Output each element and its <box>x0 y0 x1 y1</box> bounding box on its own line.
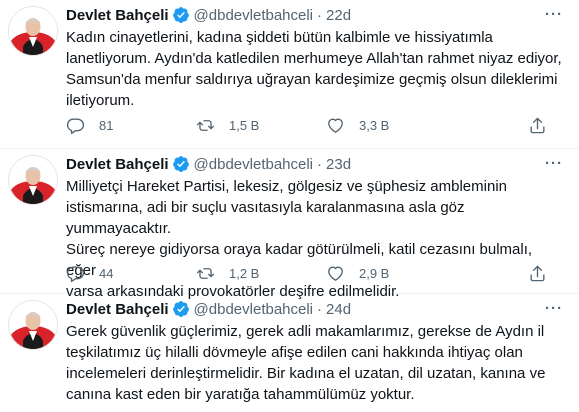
heart-icon <box>326 264 345 283</box>
author-handle[interactable]: @dbdevletbahceli <box>194 301 313 318</box>
tweet-actions: 44 1,2 B 2,9 B <box>66 264 565 283</box>
share-icon <box>528 264 547 283</box>
verified-badge-icon <box>172 6 190 24</box>
tweet-text: Gerek güvenlik güçlerimiz, gerek adli ma… <box>66 323 546 403</box>
avatar[interactable] <box>8 155 58 205</box>
tweet-time[interactable]: 22d <box>326 7 351 24</box>
tweet-text: Milliyetçi Hareket Partisi, lekesiz, göl… <box>66 178 533 300</box>
author-name[interactable]: Devlet Bahçeli <box>66 7 169 24</box>
more-options-icon[interactable]: ··· <box>545 300 563 317</box>
retweet-button[interactable]: 1,5 B <box>196 116 326 135</box>
author-handle[interactable]: @dbdevletbahceli <box>194 7 313 24</box>
verified-badge-icon <box>172 300 190 318</box>
reply-count: 81 <box>99 118 114 133</box>
tweet[interactable]: Devlet Bahçeli @dbdevletbahceli · 22d ··… <box>0 0 579 149</box>
share-icon <box>528 116 547 135</box>
share-button[interactable] <box>528 116 561 135</box>
author-handle[interactable]: @dbdevletbahceli <box>194 156 313 173</box>
author-name[interactable]: Devlet Bahçeli <box>66 301 169 318</box>
like-button[interactable]: 3,3 B <box>326 116 456 135</box>
separator-dot: · <box>317 155 323 173</box>
profile-photo-icon <box>9 7 57 55</box>
tweet-time[interactable]: 23d <box>326 156 351 173</box>
separator-dot: · <box>317 6 323 24</box>
reply-icon <box>66 264 85 283</box>
tweet[interactable]: Devlet Bahçeli @dbdevletbahceli · 24d ··… <box>0 294 579 412</box>
tweet-text: Kadın cinayetlerini, kadına şiddeti bütü… <box>66 29 562 109</box>
share-button[interactable] <box>528 264 561 283</box>
tweet-header: Devlet Bahçeli @dbdevletbahceli · 22d <box>66 0 565 26</box>
retweet-count: 1,5 B <box>229 118 260 133</box>
profile-photo-icon <box>9 301 57 349</box>
like-button[interactable]: 2,9 B <box>326 264 456 283</box>
retweet-count: 1,2 B <box>229 266 260 281</box>
like-count: 3,3 B <box>359 118 390 133</box>
reply-count: 44 <box>99 266 114 281</box>
reply-button[interactable]: 81 <box>66 116 196 135</box>
author-name[interactable]: Devlet Bahçeli <box>66 156 169 173</box>
retweet-button[interactable]: 1,2 B <box>196 264 326 283</box>
tweet-header: Devlet Bahçeli @dbdevletbahceli · 23d <box>66 149 565 175</box>
tweet[interactable]: Devlet Bahçeli @dbdevletbahceli · 23d ··… <box>0 149 579 300</box>
profile-photo-icon <box>9 156 57 204</box>
tweet-time[interactable]: 24d <box>326 301 351 318</box>
more-options-icon[interactable]: ··· <box>545 6 563 23</box>
reply-button[interactable]: 44 <box>66 264 196 283</box>
tweet-actions: 81 1,5 B 3,3 B <box>66 116 565 135</box>
tweet-header: Devlet Bahçeli @dbdevletbahceli · 24d <box>66 294 565 320</box>
reply-icon <box>66 116 85 135</box>
retweet-icon <box>196 264 215 283</box>
avatar[interactable] <box>8 300 58 350</box>
more-options-icon[interactable]: ··· <box>545 155 563 172</box>
verified-badge-icon <box>172 155 190 173</box>
separator-dot: · <box>317 300 323 318</box>
tweet-feed: Devlet Bahçeli @dbdevletbahceli · 22d ··… <box>0 0 579 412</box>
heart-icon <box>326 116 345 135</box>
avatar[interactable] <box>8 6 58 56</box>
like-count: 2,9 B <box>359 266 390 281</box>
retweet-icon <box>196 116 215 135</box>
